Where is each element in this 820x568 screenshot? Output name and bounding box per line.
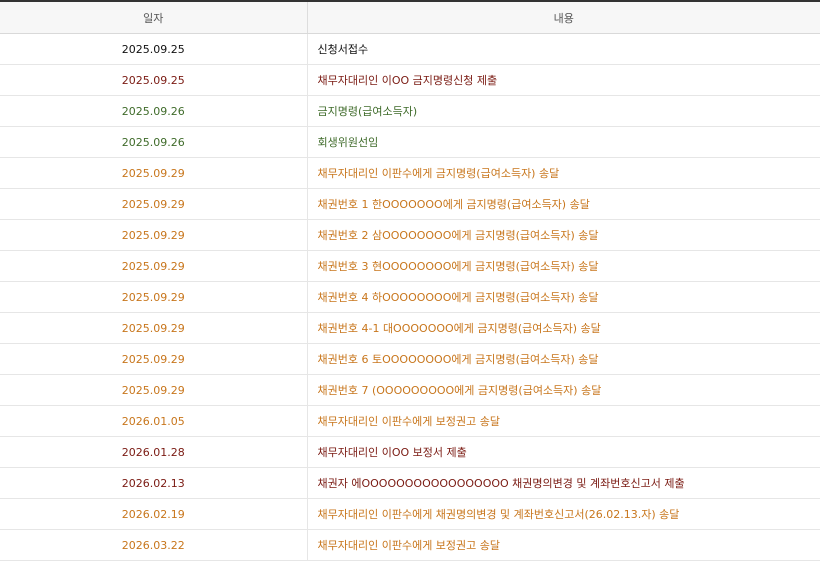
case-progress-panel: 일자 내용 2025.09.25 신청서접수 2025.09.25 채무자대리인 이O… (0, 0, 820, 568)
table-row: 2025.09.29 채권번호 2 삼OOOOOOOO에게 금지명령(급여소득자)… (0, 219, 820, 251)
table-row: 2025.09.26 금지명령(급여소득자) (0, 95, 820, 127)
table-header-row: 일자 내용 (0, 2, 820, 34)
case-progress-table: 일자 내용 2025.09.25 신청서접수 2025.09.25 채무자대리인 이O… (0, 2, 820, 561)
row-content: 채무자대리인 이판수에게 금지명령(급여소득자) 송달 (307, 157, 820, 189)
row-content: 채무자대리인 이OO 보정서 제출 (307, 436, 820, 468)
row-content: 채권자 에OOOOOOOOOOOOOOOOO 채권명의변경 및 계좌번호신고서 … (307, 467, 820, 499)
row-content: 채무자대리인 이판수에게 채권명의변경 및 계좌번호신고서(26.02.13.자… (307, 498, 820, 530)
row-date: 2025.09.29 (0, 157, 308, 189)
table-row: 2025.09.29 채권번호 1 한OOOOOOO에게 금지명령(급여소득자) … (0, 188, 820, 220)
row-date: 2025.09.26 (0, 95, 308, 127)
table-row: 2025.09.29 채권번호 3 현OOOOOOOO에게 금지명령(급여소득자)… (0, 250, 820, 282)
row-content: 금지명령(급여소득자) (307, 95, 820, 127)
row-date: 2025.09.29 (0, 281, 308, 313)
row-date: 2025.09.29 (0, 374, 308, 406)
row-date: 2025.09.29 (0, 188, 308, 220)
row-date: 2025.09.25 (0, 64, 308, 96)
row-date: 2025.09.29 (0, 343, 308, 375)
row-date: 2025.09.29 (0, 250, 308, 282)
row-date: 2026.01.28 (0, 436, 308, 468)
table-row: 2025.09.29 채무자대리인 이판수에게 금지명령(급여소득자) 송달 (0, 157, 820, 189)
row-content: 채권번호 6 토OOOOOOOO에게 금지명령(급여소득자) 송달 (307, 343, 820, 375)
table-body: 2025.09.25 신청서접수 2025.09.25 채무자대리인 이OO 금지명령… (0, 33, 820, 561)
row-content: 채무자대리인 이판수에게 보정권고 송달 (307, 405, 820, 437)
table-row: 2025.09.29 채권번호 4 하OOOOOOOO에게 금지명령(급여소득자)… (0, 281, 820, 313)
table-row: 2026.03.22 채무자대리인 이판수에게 보정권고 송달 (0, 529, 820, 561)
table-row: 2025.09.25 채무자대리인 이OO 금지명령신청 제출 (0, 64, 820, 96)
row-content: 채무자대리인 이판수에게 보정권고 송달 (307, 529, 820, 561)
table-row: 2025.09.29 채권번호 4-1 대OOOOOOO에게 금지명령(급여소득자… (0, 312, 820, 344)
row-date: 2026.03.22 (0, 529, 308, 561)
table-row: 2026.01.28 채무자대리인 이OO 보정서 제출 (0, 436, 820, 468)
row-date: 2025.09.29 (0, 219, 308, 251)
column-header-content: 내용 (307, 2, 820, 34)
table-row: 2025.09.29 채권번호 7 (OOOOOOOOO에게 금지명령(급여소득자… (0, 374, 820, 406)
row-date: 2026.02.13 (0, 467, 308, 499)
row-content: 채무자대리인 이OO 금지명령신청 제출 (307, 64, 820, 96)
table-row: 2025.09.29 채권번호 6 토OOOOOOOO에게 금지명령(급여소득자)… (0, 343, 820, 375)
table-row: 2025.09.25 신청서접수 (0, 33, 820, 65)
row-content: 채권번호 1 한OOOOOOO에게 금지명령(급여소득자) 송달 (307, 188, 820, 220)
row-date: 2025.09.25 (0, 33, 308, 65)
row-content: 채권번호 3 현OOOOOOOO에게 금지명령(급여소득자) 송달 (307, 250, 820, 282)
column-header-date: 일자 (0, 2, 308, 34)
row-content: 채권번호 4-1 대OOOOOOO에게 금지명령(급여소득자) 송달 (307, 312, 820, 344)
row-content: 채권번호 2 삼OOOOOOOO에게 금지명령(급여소득자) 송달 (307, 219, 820, 251)
table-row: 2026.02.13 채권자 에OOOOOOOOOOOOOOOOO 채권명의변경 … (0, 467, 820, 499)
row-content: 채권번호 7 (OOOOOOOOO에게 금지명령(급여소득자) 송달 (307, 374, 820, 406)
table-header: 일자 내용 (0, 2, 820, 34)
row-content: 신청서접수 (307, 33, 820, 65)
row-content: 회생위원선임 (307, 126, 820, 158)
table-row: 2025.09.26 회생위원선임 (0, 126, 820, 158)
table-row: 2026.02.19 채무자대리인 이판수에게 채권명의변경 및 계좌번호신고서(… (0, 498, 820, 530)
row-content: 채권번호 4 하OOOOOOOO에게 금지명령(급여소득자) 송달 (307, 281, 820, 313)
table-row: 2026.01.05 채무자대리인 이판수에게 보정권고 송달 (0, 405, 820, 437)
row-date: 2025.09.29 (0, 312, 308, 344)
row-date: 2026.01.05 (0, 405, 308, 437)
row-date: 2026.02.19 (0, 498, 308, 530)
row-date: 2025.09.26 (0, 126, 308, 158)
